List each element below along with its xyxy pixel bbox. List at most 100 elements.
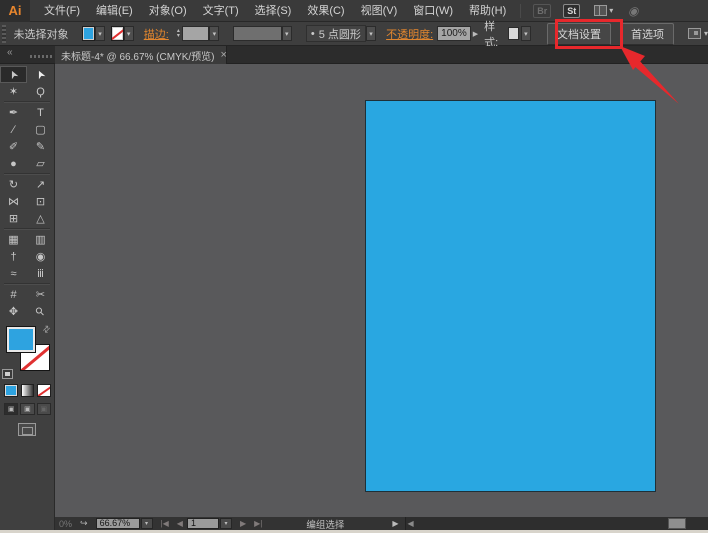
stroke-color-swatch[interactable] (111, 26, 124, 41)
stroke-weight-dropdown-icon[interactable]: ▾ (209, 26, 220, 41)
opacity-input[interactable]: 100% (437, 26, 471, 41)
next-artboard-icon[interactable]: ▶ (240, 519, 246, 528)
eyedropper-tool[interactable]: † (0, 248, 27, 265)
eraser-tool[interactable]: ▱ (27, 155, 54, 172)
brush-dropdown-icon[interactable]: ▾ (365, 26, 377, 41)
collapse-panel-icon[interactable]: « (7, 47, 13, 58)
style-swatch[interactable] (507, 27, 519, 40)
color-mode-row (0, 380, 54, 399)
slice-tool[interactable]: ✂ (27, 286, 54, 303)
free-transform-tool[interactable]: ⊡ (27, 193, 54, 210)
horizontal-scrollbar[interactable]: ◀ (404, 517, 708, 530)
draw-behind-icon[interactable]: ▣ (20, 403, 35, 415)
stroke-weight-stepper[interactable]: ▴ ▾ (177, 28, 180, 39)
menu-file[interactable]: 文件(F) (36, 0, 88, 22)
first-artboard-icon[interactable]: |◀ (161, 519, 169, 528)
canvas-pasteboard[interactable] (55, 64, 708, 517)
pen-tool[interactable]: ✒ (0, 104, 27, 121)
gradient-tool[interactable]: ▥ (27, 231, 54, 248)
blend-tool[interactable]: ◉ (27, 248, 54, 265)
color-button[interactable] (4, 384, 18, 397)
eraser-tool-icon: ▱ (36, 158, 45, 170)
menu-edit[interactable]: 编辑(E) (88, 0, 141, 22)
menu-type[interactable]: 文字(T) (195, 0, 247, 22)
stroke-weight-link[interactable]: 描边: (144, 26, 169, 42)
tools-panel: ➤ ➤ ✶ Ϙ ✒ T ∕ ▢ ✐ ✎ ● ▱ ↻ ↗ ⋈ ⊡ ⊞ △ ▦ ▥ … (0, 64, 55, 530)
stroke-dropdown-icon[interactable]: ▾ (123, 26, 134, 41)
type-tool[interactable]: T (27, 104, 54, 121)
document-tab[interactable]: 未标题-4* @ 66.67% (CMYK/预览) × (55, 46, 227, 64)
hand-tool[interactable]: ✥ (0, 303, 27, 320)
zoom-tool[interactable]: ⚲ (27, 303, 54, 320)
zoom-dropdown-icon[interactable]: ▾ (140, 518, 153, 529)
stock-icon[interactable]: St (563, 3, 581, 18)
paintbrush-tool[interactable]: ✐ (0, 138, 27, 155)
opacity-link[interactable]: 不透明度: (386, 26, 433, 42)
hand-tool-icon: ✥ (8, 306, 19, 318)
toolbar-gripper[interactable] (30, 55, 54, 58)
artboard-blue-rectangle[interactable] (365, 100, 656, 492)
rotate-tool[interactable]: ↻ (0, 176, 27, 193)
swap-fill-stroke-icon[interactable]: ⇄ (41, 323, 54, 336)
scale-tool-icon: ↗ (35, 179, 46, 191)
direct-selection-tool[interactable]: ➤ (27, 66, 54, 83)
workspace-switcher-icon[interactable]: ▾ (594, 5, 613, 16)
artboard-dropdown-icon[interactable]: ▾ (219, 518, 232, 529)
eyedropper-tool-icon: † (10, 250, 17, 263)
status-tool-label: 编组选择 (306, 519, 345, 531)
magic-wand-tool-icon: ✶ (8, 86, 19, 98)
bridge-icon[interactable]: Br (533, 3, 552, 18)
draw-normal-icon[interactable]: ▣ (4, 403, 19, 415)
screen-mode-icon[interactable] (18, 423, 36, 436)
spinner-down-icon[interactable]: ▾ (177, 33, 180, 39)
menu-window[interactable]: 窗口(W) (405, 0, 461, 22)
panel-options-icon[interactable]: ▾ (687, 28, 708, 39)
perspective-grid-tool[interactable]: △ (27, 210, 54, 227)
menu-view[interactable]: 视图(V) (353, 0, 406, 22)
blob-brush-tool[interactable]: ● (0, 155, 27, 172)
scale-tool[interactable]: ↗ (27, 176, 54, 193)
menu-effect[interactable]: 效果(C) (299, 0, 352, 22)
close-icon[interactable]: × (221, 49, 227, 61)
stroke-profile-select[interactable] (233, 26, 282, 41)
toolbar-fill-swatch[interactable] (6, 326, 36, 353)
symbol-sprayer-tool[interactable]: ≈ (0, 265, 27, 282)
draw-inside-icon[interactable]: ▣ (36, 403, 51, 415)
gradient-button[interactable] (20, 384, 35, 397)
pencil-tool[interactable]: ✎ (27, 138, 54, 155)
scrollbar-thumb[interactable] (667, 518, 686, 529)
opacity-spinner-icon[interactable]: ▶ (473, 30, 478, 38)
export-icon[interactable]: ↪ (80, 518, 88, 529)
status-menu-icon[interactable]: ▶ (392, 519, 398, 528)
lasso-tool[interactable]: Ϙ (27, 83, 54, 100)
menu-select[interactable]: 选择(S) (247, 0, 300, 22)
cs-live-icon[interactable]: ◉ (628, 4, 641, 18)
mesh-tool[interactable]: ▦ (0, 231, 27, 248)
scroll-left-icon[interactable]: ◀ (408, 519, 414, 528)
fill-dropdown-icon[interactable]: ▾ (94, 26, 106, 41)
stroke-weight-input[interactable] (181, 26, 210, 41)
workspace-layout-icon (594, 5, 608, 16)
control-bar-gripper[interactable] (2, 24, 7, 43)
line-segment-tool[interactable]: ∕ (0, 121, 27, 138)
stroke-profile-dropdown-icon[interactable]: ▾ (281, 26, 292, 41)
width-tool[interactable]: ⋈ (0, 193, 27, 210)
column-graph-tool[interactable]: ⅲ (27, 265, 54, 282)
gradient-tool-icon: ▥ (35, 234, 46, 246)
selection-tool[interactable]: ➤ (0, 66, 27, 83)
shape-builder-tool[interactable]: ⊞ (0, 210, 27, 227)
none-button[interactable] (37, 384, 52, 397)
fill-color-swatch[interactable] (82, 26, 95, 41)
previous-artboard-icon[interactable]: ◀ (177, 519, 183, 528)
brush-definition-select[interactable]: • 5 点圆形 (305, 25, 366, 42)
rectangle-tool[interactable]: ▢ (27, 121, 54, 138)
style-dropdown-icon[interactable]: ▾ (520, 26, 531, 41)
last-artboard-icon[interactable]: ▶| (254, 519, 262, 528)
artboard-tool[interactable]: # (0, 286, 27, 303)
zoom-level-input[interactable]: 66.67% (95, 518, 140, 529)
magic-wand-tool[interactable]: ✶ (0, 83, 27, 100)
brush-definition-value: 5 点圆形 (318, 28, 361, 41)
artboard-number-input[interactable]: 1 (186, 518, 219, 529)
menu-object[interactable]: 对象(O) (141, 0, 195, 22)
default-fill-stroke-icon[interactable] (2, 369, 13, 379)
